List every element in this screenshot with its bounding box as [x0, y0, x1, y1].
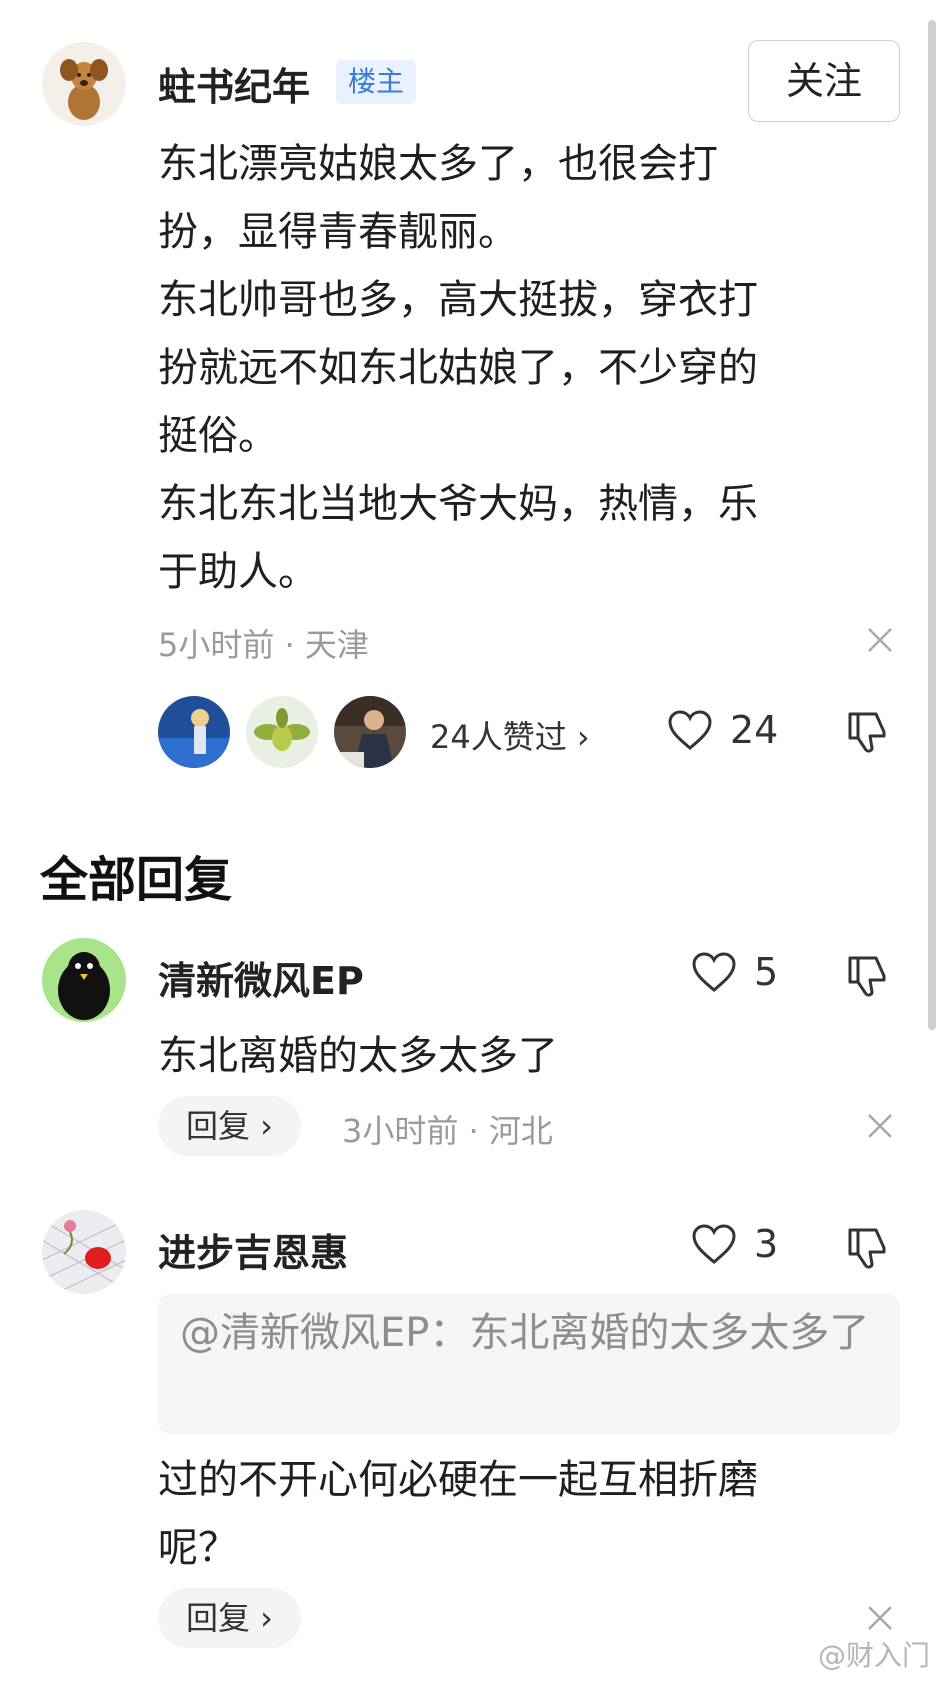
section-title: 全部回复 [40, 852, 233, 908]
post-line: 东北东北当地大爷大妈，热情，乐 [158, 481, 758, 527]
watermark: @财入门 [817, 1639, 930, 1672]
reply-author[interactable]: 进步吉恩惠 [158, 1222, 348, 1277]
reply-button[interactable]: 回复 › [158, 1096, 301, 1156]
post-line: 扮，显得青春靓丽。 [158, 209, 518, 255]
post-line: 东北帅哥也多，高大挺拔，穿衣打 [158, 277, 758, 323]
reply-button[interactable]: 回复 › [158, 1588, 301, 1648]
reply-author[interactable]: 清新微风EP [158, 950, 364, 1005]
close-icon[interactable] [866, 1112, 894, 1140]
like-count: 3 [754, 1222, 779, 1266]
quoted-reply-text: @清新微风EP：东北离婚的太多太多了 [180, 1310, 870, 1356]
author-avatar[interactable] [42, 42, 126, 126]
reply-avatar[interactable] [42, 938, 126, 1022]
follow-button[interactable]: 关注 [748, 40, 900, 122]
heart-icon[interactable] [690, 1222, 738, 1266]
reply-avatar[interactable] [42, 1210, 126, 1294]
post-body: 东北漂亮姑娘太多了，也很会打 扮，显得青春靓丽。 东北帅哥也多，高大挺拔，穿衣打… [158, 130, 898, 606]
reply-line: 呢？ [158, 1525, 238, 1571]
dislike-icon[interactable] [846, 952, 890, 998]
post-meta: 5小时前 · 天津 [158, 626, 369, 664]
like-count: 24 [730, 708, 779, 752]
post-line: 挺俗。 [158, 413, 278, 459]
heart-icon[interactable] [690, 950, 738, 994]
quoted-reply[interactable]: @清新微风EP：东北离婚的太多太多了 [158, 1294, 900, 1434]
reply-meta: 3小时前 · 河北 [342, 1112, 553, 1150]
scrollbar[interactable] [928, 20, 936, 1030]
reply-line: 过的不开心何必硬在一起互相折磨 [158, 1457, 758, 1503]
close-icon[interactable] [866, 626, 894, 654]
dislike-icon[interactable] [846, 1224, 890, 1270]
likers-link[interactable]: 24人赞过 › [430, 712, 590, 758]
post-line: 扮就远不如东北姑娘了，不少穿的 [158, 345, 758, 391]
heart-icon[interactable] [666, 708, 714, 752]
close-icon[interactable] [866, 1604, 894, 1632]
op-badge: 楼主 [336, 60, 417, 104]
liker-avatar[interactable] [158, 696, 230, 768]
author-name[interactable]: 蛀书纪年 [158, 56, 310, 111]
post-line: 东北漂亮姑娘太多了，也很会打 [158, 141, 718, 187]
dislike-icon[interactable] [846, 708, 890, 754]
post-line: 于助人。 [158, 549, 318, 595]
liker-avatar[interactable] [334, 696, 406, 768]
liker-avatar[interactable] [246, 696, 318, 768]
like-count: 5 [754, 950, 779, 994]
reply-text: 东北离婚的太多太多了 [158, 1033, 558, 1079]
reply-text: 过的不开心何必硬在一起互相折磨 呢？ [158, 1446, 898, 1582]
